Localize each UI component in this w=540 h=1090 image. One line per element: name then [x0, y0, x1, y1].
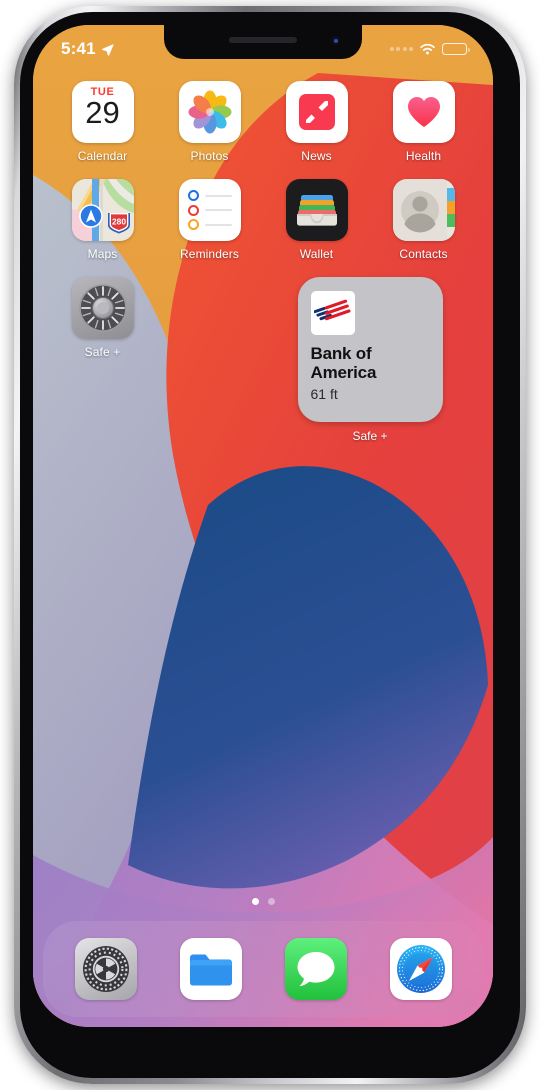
- health-icon[interactable]: [392, 81, 455, 143]
- safari-compass-icon[interactable]: [389, 938, 452, 1000]
- page-dot-1[interactable]: [251, 898, 259, 905]
- app-label: Photos: [190, 149, 229, 163]
- status-bar: 5:41: [33, 25, 493, 65]
- widget-subtitle: 61 ft: [310, 386, 338, 402]
- reminders-dot-red: [187, 204, 199, 216]
- phone-frame: 5:41 TUE 29 Calendar Photos News Health …: [14, 6, 526, 1084]
- app-label: Wallet: [299, 247, 334, 261]
- app-label: News: [301, 149, 332, 163]
- app-label: Reminders: [180, 247, 239, 261]
- page-dot-2[interactable]: [267, 898, 275, 905]
- messages-bubble-icon[interactable]: [284, 938, 347, 1000]
- battery-icon: [442, 43, 470, 55]
- files-folder-icon[interactable]: [179, 938, 242, 1000]
- contacts-icon[interactable]: [392, 179, 455, 241]
- status-bar-right: [389, 43, 470, 56]
- safe-dial-icon[interactable]: [71, 277, 134, 339]
- calendar-icon[interactable]: TUE 29: [71, 81, 134, 143]
- page-indicator[interactable]: [33, 898, 493, 905]
- wifi-icon: [420, 43, 435, 54]
- status-time: 5:41: [61, 39, 96, 58]
- location-arrow-icon: [101, 43, 114, 56]
- app-reminders[interactable]: Reminders: [156, 179, 263, 261]
- app-safe-plus[interactable]: Safe +: [49, 277, 156, 359]
- reminders-dot-orange: [187, 219, 199, 230]
- news-icon[interactable]: [285, 81, 348, 143]
- maps-route-badge: 280: [112, 217, 126, 227]
- app-label: Health: [405, 149, 442, 163]
- app-photos[interactable]: Photos: [156, 81, 263, 163]
- bank-of-america-logo: [310, 291, 355, 335]
- reminders-icon[interactable]: [178, 179, 241, 241]
- widget-title: Bank of America: [310, 344, 377, 382]
- app-label: Safe +: [84, 345, 121, 359]
- app-label: Maps: [87, 247, 118, 261]
- reminders-row: [187, 204, 232, 216]
- widget-app-label: Safe +: [352, 429, 388, 443]
- calendar-day: 29: [85, 95, 120, 130]
- app-contacts[interactable]: Contacts: [370, 179, 477, 261]
- app-health[interactable]: Health: [370, 81, 477, 163]
- widget-cell[interactable]: Bank of America 61 ft Safe +: [263, 277, 477, 443]
- app-label: Contacts: [399, 247, 448, 261]
- reminders-row: [187, 219, 232, 230]
- status-bar-left: 5:41: [61, 39, 114, 59]
- safe-plus-widget[interactable]: Bank of America 61 ft: [297, 277, 443, 422]
- cellular-dots-icon: [389, 47, 413, 51]
- app-news[interactable]: News: [263, 81, 370, 163]
- app-row: Safe + Bank of America 61 ft Safe +: [49, 277, 477, 459]
- dock: [43, 921, 483, 1017]
- home-screen-grid: TUE 29 Calendar Photos News Health 280 M…: [33, 81, 493, 459]
- app-maps[interactable]: 280 Maps: [49, 179, 156, 261]
- photos-icon[interactable]: [178, 81, 241, 143]
- phone-screen: 5:41 TUE 29 Calendar Photos News Health …: [33, 25, 493, 1027]
- maps-icon[interactable]: 280: [71, 179, 134, 241]
- reminders-row: [187, 190, 232, 201]
- reminders-dot-blue: [187, 190, 199, 201]
- app-calendar[interactable]: TUE 29 Calendar: [49, 81, 156, 163]
- settings-gear-icon[interactable]: [74, 938, 137, 1000]
- app-label: Calendar: [77, 149, 128, 163]
- app-row: TUE 29 Calendar Photos News Health: [49, 81, 477, 179]
- wallet-icon[interactable]: [285, 179, 348, 241]
- app-row: 280 Maps Reminders Wallet Contacts: [49, 179, 477, 277]
- app-wallet[interactable]: Wallet: [263, 179, 370, 261]
